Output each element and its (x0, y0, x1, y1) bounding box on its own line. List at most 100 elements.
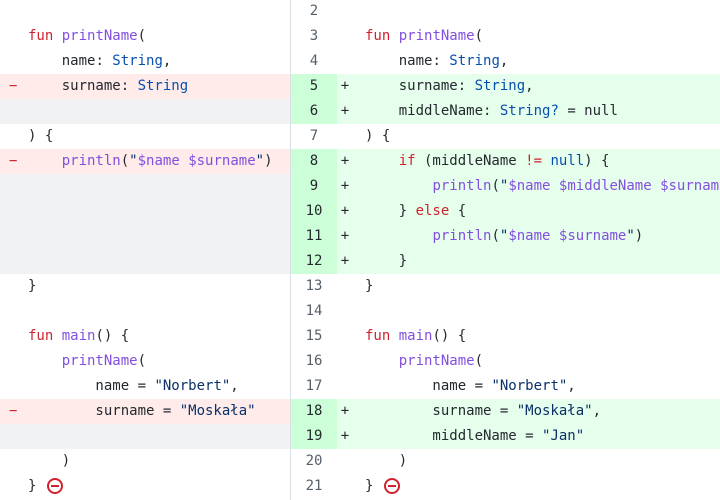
diff-row-ctx: ) { (0, 124, 290, 149)
code-token: surname = (365, 403, 517, 419)
code-token: $name (137, 153, 180, 169)
line-number[interactable]: 12 (291, 249, 337, 274)
line-number[interactable]: 8 (291, 149, 337, 174)
code-line: surname: String (28, 74, 290, 99)
line-number[interactable]: 7 (291, 124, 337, 149)
diff-row-add: 18 + surname = "Moskała", (291, 399, 720, 424)
line-number[interactable]: 15 (291, 324, 337, 349)
code-token: } (365, 278, 374, 294)
code-token: if (398, 153, 416, 169)
code-token: ) { (28, 128, 54, 144)
code-line: println("$name $surname") (28, 149, 290, 174)
code-token: } (365, 478, 382, 494)
line-number[interactable]: 4 (291, 49, 337, 74)
split-diff-view: fun printName( name: String, − surname: S… (0, 0, 720, 500)
code-line: surname: String, (365, 74, 720, 99)
diff-row-add: 9+ println("$name $middleName $surname") (291, 174, 720, 199)
code-token: ( (120, 153, 130, 169)
code-token: String (449, 53, 500, 69)
line-number[interactable]: 9 (291, 174, 337, 199)
code-token: String (474, 78, 526, 94)
code-token: name (28, 53, 96, 69)
diff-marker: + (340, 178, 350, 194)
code-token: printName (61, 353, 138, 369)
code-token: () { (432, 328, 467, 344)
code-token: println (432, 228, 492, 244)
diff-row-ctx: 16 printName( (291, 349, 720, 374)
code-line: fun printName( (365, 24, 720, 49)
diff-row-del: − println("$name $surname") (0, 149, 290, 174)
diff-row-blank (0, 0, 290, 24)
diff-row-ctx: 2 (291, 0, 720, 24)
line-number[interactable]: 5 (291, 74, 337, 99)
diff-left-pane: fun printName( name: String, − surname: S… (0, 0, 291, 500)
code-token: $surname (558, 228, 627, 244)
line-number[interactable]: 19 (291, 424, 337, 449)
line-number[interactable]: 11 (291, 224, 337, 249)
code-token: println (432, 178, 492, 194)
line-number[interactable]: 14 (291, 299, 337, 324)
code-token: ( (137, 353, 147, 369)
code-token: surname (28, 78, 121, 94)
diff-row-ctx: 21} (291, 474, 720, 499)
code-token: name (365, 53, 433, 69)
code-token: printName (398, 28, 475, 44)
code-token: printName (61, 28, 138, 44)
right-rows: 2 3 fun printName(4 name: String, 5 + surnam… (291, 0, 720, 499)
diff-row-empty (0, 224, 290, 249)
line-number[interactable]: 16 (291, 349, 337, 374)
code-token: != (525, 153, 543, 169)
code-token: , (230, 378, 239, 394)
code-token: $name (508, 178, 551, 194)
line-number[interactable]: 2 (291, 0, 337, 24)
code-token: ( (491, 228, 500, 244)
diff-row-ctx: 3 fun printName( (291, 24, 720, 49)
diff-marker: + (340, 203, 350, 219)
code-token: ) { (365, 128, 391, 144)
line-number[interactable]: 20 (291, 449, 337, 474)
code-token: "Norbert" (491, 378, 568, 394)
line-number[interactable]: 3 (291, 24, 337, 49)
code-token: "Moskała" (516, 403, 593, 419)
diff-row-ctx: } (0, 474, 290, 499)
code-line: println("$name $surname") (365, 224, 720, 249)
no-newline-icon[interactable] (46, 478, 63, 494)
code-token: surname = (28, 403, 180, 419)
diff-row-ctx: 15 fun main() { (291, 324, 720, 349)
code-token: "Norbert" (154, 378, 231, 394)
no-newline-icon[interactable] (383, 478, 400, 494)
code-line: name: String, (28, 49, 290, 74)
code-token: else (415, 203, 450, 219)
diff-marker: + (340, 103, 350, 119)
code-token: main (398, 328, 433, 344)
code-token: } (28, 278, 37, 294)
code-line: fun printName( (28, 24, 290, 49)
line-number[interactable]: 10 (291, 199, 337, 224)
line-number[interactable]: 6 (291, 99, 337, 124)
line-number[interactable]: 18 (291, 399, 337, 424)
code-token: "Moskała" (179, 403, 256, 419)
line-number[interactable]: 13 (291, 274, 337, 299)
code-line: } (28, 474, 290, 499)
line-number[interactable]: 21 (291, 474, 337, 499)
line-number[interactable]: 17 (291, 374, 337, 399)
diff-row-ctx: ) (0, 449, 290, 474)
code-line: name = "Norbert", (28, 374, 290, 399)
diff-row-ctx: 4 name: String, (291, 49, 720, 74)
code-token: null (550, 153, 585, 169)
diff-row-del: − surname = "Moskała" (0, 399, 290, 424)
code-token: "Jan" (542, 428, 585, 444)
code-token: fun (365, 28, 391, 44)
code-token: () { (95, 328, 130, 344)
code-line: } (365, 474, 720, 499)
code-line: } else { (365, 199, 720, 224)
diff-row-ctx: 17 name = "Norbert", (291, 374, 720, 399)
code-token: name = (365, 378, 492, 394)
diff-row-blank (0, 299, 290, 324)
